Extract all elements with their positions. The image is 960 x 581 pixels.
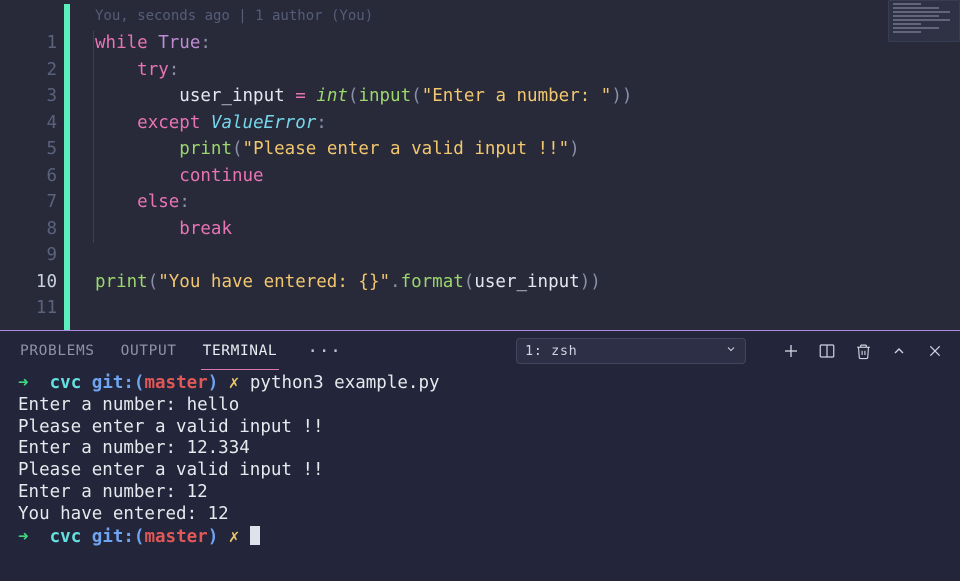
line-number-gutter: 1 2 3 4 5 6 7 8 9 10 11 — [0, 0, 64, 330]
terminal-line: Enter a number: hello — [18, 395, 239, 415]
exception-valueerror: ValueError — [211, 113, 316, 133]
terminal-selector-label: 1: zsh — [525, 343, 577, 359]
punct: ( — [348, 86, 359, 106]
operator-eq: = — [295, 86, 306, 106]
punct: : — [169, 60, 180, 80]
method-format: format — [401, 272, 464, 292]
terminal-line: Please enter a valid input !! — [18, 460, 324, 480]
punct: ( — [232, 139, 243, 159]
line-number: 1 — [0, 30, 64, 57]
string-literal: "You have entered: {}" — [158, 272, 390, 292]
maximize-panel-icon[interactable] — [890, 342, 908, 360]
chevron-down-icon — [725, 343, 737, 359]
keyword-try: try — [137, 60, 169, 80]
close-panel-icon[interactable] — [926, 342, 944, 360]
prompt-git-post: ) — [208, 373, 219, 393]
prompt-git-pre: git:( — [92, 527, 145, 547]
terminal-line: You have entered: 12 — [18, 504, 229, 524]
literal-true: True — [158, 33, 200, 53]
prompt-dirty-icon: ✗ — [229, 527, 240, 547]
terminal-command: python3 example.py — [250, 373, 440, 393]
kill-terminal-icon[interactable] — [854, 342, 872, 360]
terminal-line: Enter a number: 12 — [18, 482, 208, 502]
prompt-dir: cvc — [50, 373, 82, 393]
line-number: 10 — [0, 269, 64, 296]
punct: . — [390, 272, 401, 292]
line-number: 7 — [0, 189, 64, 216]
code-editor[interactable]: 1 2 3 4 5 6 7 8 9 10 11 You, seconds ago… — [0, 0, 960, 330]
source-code[interactable]: while True: try: user_input = int(input(… — [70, 30, 960, 295]
keyword-else: else — [137, 192, 179, 212]
builtin-print: print — [179, 139, 232, 159]
new-terminal-icon[interactable] — [782, 342, 800, 360]
code-area[interactable]: You, seconds ago | 1 author (You) while … — [70, 0, 960, 330]
tab-problems[interactable]: PROBLEMS — [18, 333, 97, 369]
punct: )) — [611, 86, 632, 106]
string-literal: "Please enter a valid input !!" — [243, 139, 570, 159]
tab-output[interactable]: OUTPUT — [119, 333, 179, 369]
split-terminal-icon[interactable] — [818, 342, 836, 360]
line-number: 5 — [0, 136, 64, 163]
prompt-arrow-icon: ➜ — [18, 373, 29, 393]
panel-tabs: PROBLEMS OUTPUT TERMINAL ··· 1: zsh — [0, 331, 960, 371]
minimap[interactable] — [888, 0, 960, 42]
keyword-except: except — [137, 113, 200, 133]
prompt-dirty-icon: ✗ — [229, 373, 240, 393]
line-number: 3 — [0, 83, 64, 110]
prompt-branch: master — [144, 373, 207, 393]
panel-actions — [782, 342, 960, 360]
line-number: 8 — [0, 216, 64, 243]
prompt-arrow-icon: ➜ — [18, 527, 29, 547]
identifier: user_input — [179, 86, 284, 106]
builtin-input: input — [358, 86, 411, 106]
line-number: 11 — [0, 295, 64, 322]
builtin-int: int — [316, 86, 348, 106]
punct: ( — [411, 86, 422, 106]
builtin-print: print — [95, 272, 148, 292]
punct: )) — [580, 272, 601, 292]
keyword-continue: continue — [179, 166, 263, 186]
keyword-while: while — [95, 33, 148, 53]
bottom-panel: PROBLEMS OUTPUT TERMINAL ··· 1: zsh — [0, 330, 960, 581]
string-literal: "Enter a number: " — [422, 86, 612, 106]
punct: : — [200, 33, 211, 53]
prompt-branch: master — [144, 527, 207, 547]
punct: ( — [148, 272, 159, 292]
line-number: 6 — [0, 163, 64, 190]
line-number: 9 — [0, 242, 64, 269]
punct: : — [316, 113, 327, 133]
tab-terminal[interactable]: TERMINAL — [201, 333, 280, 370]
git-codelens[interactable]: You, seconds ago | 1 author (You) — [70, 4, 960, 30]
punct: ) — [569, 139, 580, 159]
more-tabs-icon[interactable]: ··· — [301, 341, 347, 362]
prompt-dir: cvc — [50, 527, 82, 547]
terminal-line: Enter a number: 12.334 — [18, 438, 250, 458]
prompt-git-pre: git:( — [92, 373, 145, 393]
identifier: user_input — [474, 272, 579, 292]
punct: ( — [464, 272, 475, 292]
prompt-git-post: ) — [208, 527, 219, 547]
terminal-line: Please enter a valid input !! — [18, 417, 324, 437]
terminal-selector[interactable]: 1: zsh — [516, 338, 746, 364]
punct: : — [179, 192, 190, 212]
line-number: 2 — [0, 57, 64, 84]
line-number: 4 — [0, 110, 64, 137]
terminal-output[interactable]: ➜ cvc git:(master) ✗ python3 example.py … — [0, 371, 960, 581]
terminal-cursor — [250, 526, 260, 545]
keyword-break: break — [179, 219, 232, 239]
